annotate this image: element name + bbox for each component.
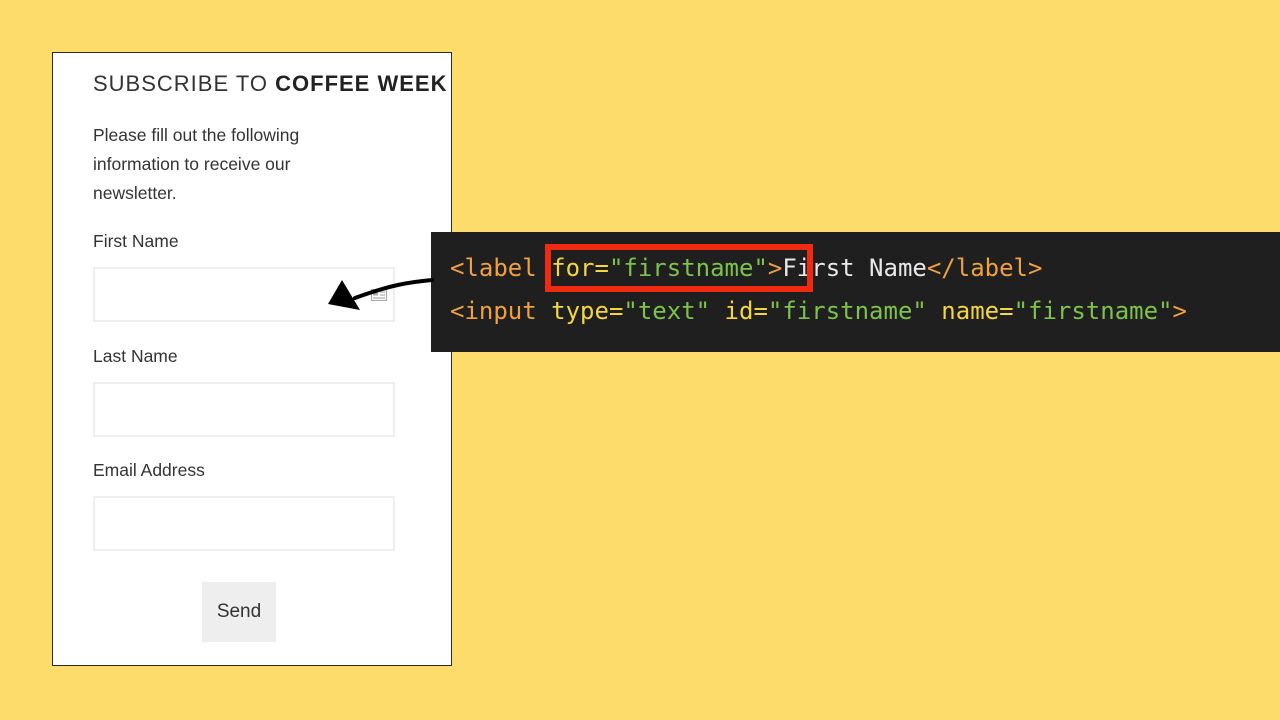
send-button[interactable]: Send (202, 582, 276, 642)
code-token: "firstname" (1013, 297, 1173, 325)
hand-drawn-arrow-icon (328, 278, 434, 310)
code-token: name= (926, 297, 1014, 325)
form-title-bold: COFFEE WEEK (275, 71, 448, 96)
code-token: type= (536, 297, 624, 325)
subscribe-form-card: SUBSCRIBE TO COFFEE WEEK Please fill out… (52, 52, 452, 666)
code-token: "firstname" (767, 297, 927, 325)
code-token: <label (450, 254, 537, 282)
code-line-input: <input type="text" id="firstname" name="… (450, 297, 1187, 325)
form-intro: Please fill out the following informatio… (93, 125, 300, 203)
code-token: > (1172, 297, 1187, 325)
for-attribute-highlight-box (545, 244, 813, 292)
first-name-label: First Name (93, 231, 179, 251)
email-input[interactable] (93, 496, 395, 551)
last-name-input[interactable] (93, 382, 395, 437)
email-label: Email Address (93, 460, 205, 480)
code-token: </label> (926, 254, 1043, 282)
last-name-label: Last Name (93, 346, 178, 366)
form-title: SUBSCRIBE TO COFFEE WEEK (93, 71, 447, 97)
form-title-light: SUBSCRIBE TO (93, 71, 276, 96)
code-token: "text" (623, 297, 711, 325)
code-token: <input (450, 297, 537, 325)
code-token: id= (710, 297, 768, 325)
